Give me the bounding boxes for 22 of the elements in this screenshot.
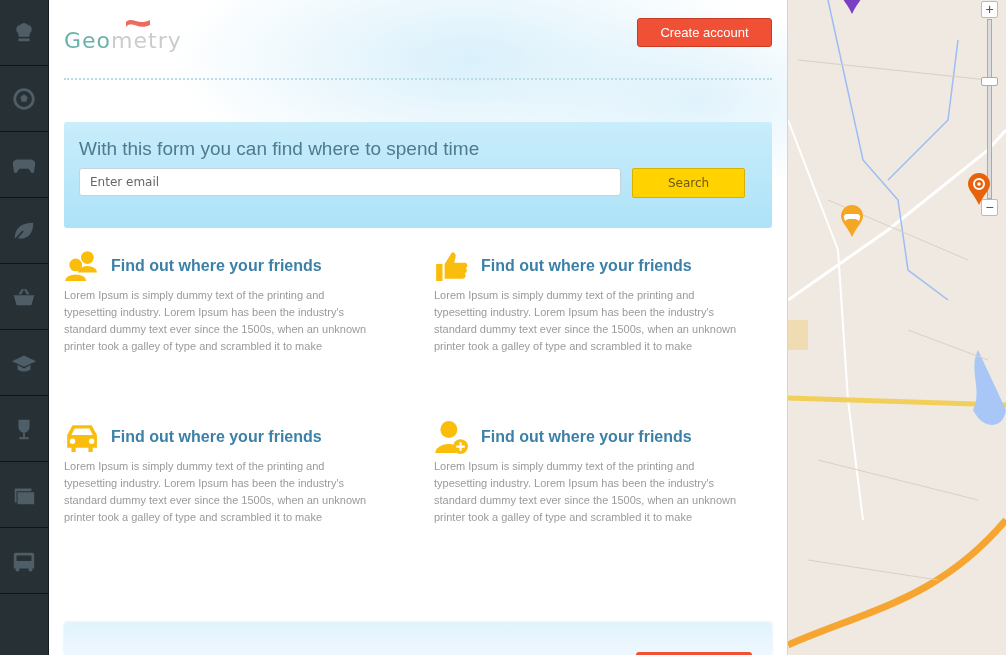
thumb-icon	[434, 249, 468, 283]
feature-title: Find out where your friends	[481, 428, 692, 446]
zoom-in-button[interactable]: +	[981, 1, 998, 18]
zoom-slider[interactable]	[981, 19, 998, 199]
feature-title: Find out where your friends	[481, 257, 692, 275]
search-button[interactable]: Search	[632, 168, 745, 198]
email-field[interactable]: Enter email	[79, 168, 621, 196]
feature-text: Lorem Ipsum is simply dummy text of the printing and typesetting industry. Lorem Ipsum has been the industry's standard dummy text ever since the 1500s, when an unknown printer took a galley of type and scrambled it to make	[434, 288, 738, 354]
button-edge[interactable]	[636, 652, 752, 655]
zoom-slider-thumb[interactable]	[981, 77, 998, 87]
create-account-button[interactable]: Create account	[637, 17, 772, 47]
zoom-out-button[interactable]: −	[981, 199, 998, 216]
friends-icon	[64, 249, 98, 283]
ball-icon[interactable]	[11, 86, 37, 111]
feature-text: Lorem Ipsum is simply dummy text of the printing and typesetting industry. Lorem Ipsum has been the industry's standard dummy text ever since the 1500s, when an unknown printer took a galley of type and scrambled it to make	[434, 459, 738, 525]
feature-text: Lorem Ipsum is simply dummy text of the printing and typesetting industry. Lorem Ipsum has been the industry's standard dummy text ever since the 1500s, when an unknown printer took a galley of type and scrambled it to make	[64, 288, 368, 354]
feature-title: Find out where your friends	[111, 257, 322, 275]
user-add-icon	[434, 420, 468, 454]
search-panel-title: With this form you can find where to spend time	[79, 138, 481, 160]
feature-title: Find out where your friends	[111, 428, 322, 446]
map-pin-icon[interactable]	[968, 173, 990, 205]
feature-text: Lorem Ipsum is simply dummy text of the printing and typesetting industry. Lorem Ipsum has been the industry's standard dummy text ever since the 1500s, when an unknown printer took a galley of type and scrambled it to make	[64, 459, 368, 525]
